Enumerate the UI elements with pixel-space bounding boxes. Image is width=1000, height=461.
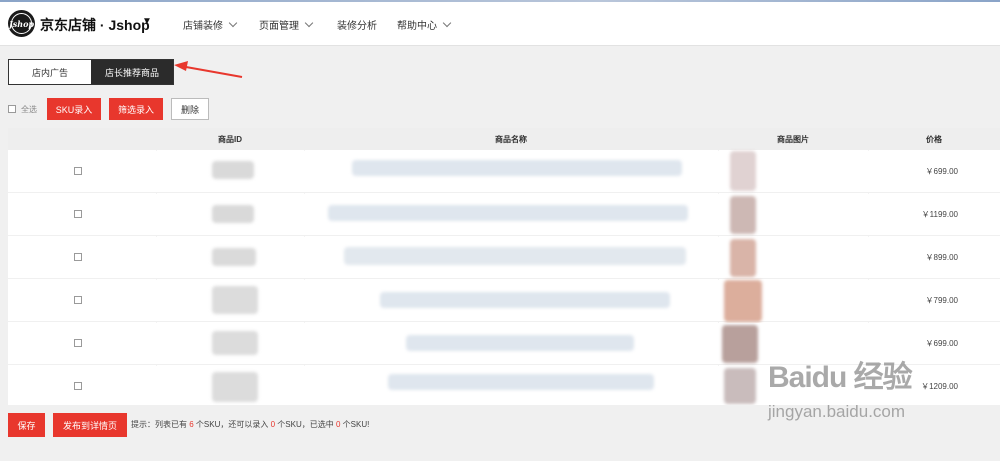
row-checkbox[interactable] — [74, 339, 82, 347]
delete-button[interactable]: 删除 — [171, 98, 209, 120]
tab-store-ads[interactable]: 店内广告 — [9, 60, 91, 84]
watermark-url-text: jingyan.baidu.com — [768, 402, 906, 421]
hint-mid-text: 个SKU，还可以录入 — [195, 420, 269, 429]
hint-selected-count: 0 — [335, 420, 341, 429]
nav-help-center[interactable]: 帮助中心 — [397, 17, 452, 32]
product-id-blurred — [212, 205, 254, 223]
product-image-blurred — [724, 368, 756, 404]
product-name-blurred — [380, 292, 670, 308]
hint-mid-text: 个SKU，已选中 — [277, 420, 334, 429]
table-row[interactable]: ￥799.00 — [8, 280, 1000, 322]
nav-label: 装修分析 — [337, 21, 377, 32]
brand-title[interactable]: 京东店铺 · Jshop — [40, 15, 150, 35]
row-checkbox[interactable] — [74, 253, 82, 261]
column-header-product-image: 商品图片 — [777, 135, 809, 144]
chevron-down-icon — [442, 18, 452, 28]
product-price: ￥899.00 — [925, 253, 958, 262]
product-price: ￥799.00 — [925, 296, 958, 305]
product-image-blurred — [730, 196, 756, 234]
table-header: 商品ID 商品名称 商品图片 价格 — [8, 128, 1000, 150]
hint-suffix: 个SKU! — [342, 420, 370, 429]
table-row[interactable]: ￥699.00 — [8, 151, 1000, 193]
filter-entry-button[interactable]: 筛选录入 — [109, 98, 163, 120]
action-toolbar: 全选 SKU录入 筛选录入 删除 — [8, 97, 209, 121]
nav-label: 帮助中心 — [397, 21, 437, 32]
hint-prefix: 提示：列表已有 — [131, 420, 187, 429]
product-price: ￥1209.00 — [921, 382, 958, 391]
hint-remaining-count: 0 — [270, 420, 276, 429]
product-price: ￥699.00 — [925, 339, 958, 348]
top-navigation-bar: Jshop 京东店铺 · Jshop ▼ 店铺装修 页面管理 装修分析 帮助中心 — [0, 0, 1000, 46]
select-all-label: 全选 — [21, 104, 37, 114]
publish-to-detail-button[interactable]: 发布到详情页 — [53, 413, 127, 437]
product-id-blurred — [212, 248, 256, 266]
product-price: ￥699.00 — [925, 167, 958, 176]
row-checkbox[interactable] — [74, 296, 82, 304]
column-header-price: 价格 — [926, 135, 942, 144]
product-name-blurred — [406, 335, 634, 351]
product-id-blurred — [212, 331, 258, 355]
nav-page-management[interactable]: 页面管理 — [259, 17, 314, 32]
brand-dropdown-icon[interactable]: ▼ — [142, 16, 152, 27]
nav-label: 页面管理 — [259, 21, 299, 32]
product-image-blurred — [730, 151, 756, 191]
baidu-jingyan-watermark: Baidu 经验 jingyan.baidu.com — [768, 352, 913, 422]
select-all-checkbox[interactable] — [8, 105, 16, 113]
product-price: ￥1199.00 — [921, 210, 958, 219]
chevron-down-icon — [304, 18, 314, 28]
nav-decoration-analysis[interactable]: 装修分析 — [337, 17, 377, 32]
product-image-blurred — [724, 280, 762, 322]
column-header-product-name: 商品名称 — [495, 135, 527, 144]
jshop-logo[interactable]: Jshop — [8, 10, 35, 37]
tab-recommended-products[interactable]: 店长推荐商品 — [91, 60, 173, 84]
product-name-blurred — [352, 160, 682, 176]
product-id-blurred — [212, 286, 258, 314]
product-image-blurred — [722, 325, 758, 363]
watermark-main-text: Baidu 经验 — [768, 361, 913, 394]
sku-entry-button[interactable]: SKU录入 — [47, 98, 101, 120]
row-checkbox[interactable] — [74, 210, 82, 218]
hint-sku-count: 6 — [189, 420, 194, 429]
row-checkbox[interactable] — [74, 167, 82, 175]
annotation-arrow-icon — [174, 61, 243, 78]
table-row[interactable]: ￥1199.00 — [8, 194, 1000, 236]
product-image-blurred — [730, 239, 756, 277]
row-checkbox[interactable] — [74, 382, 82, 390]
column-header-product-id: 商品ID — [218, 135, 242, 144]
chevron-down-icon — [228, 18, 238, 28]
sku-hint-text: 提示：列表已有 6 个SKU，还可以录入 0 个SKU，已选中 0 个SKU! — [131, 419, 369, 430]
module-tabs: 店内广告 店长推荐商品 — [8, 59, 174, 85]
logo-mark: Jshop — [9, 13, 34, 34]
nav-shop-decoration[interactable]: 店铺装修 — [183, 17, 238, 32]
product-name-blurred — [344, 247, 686, 265]
product-id-blurred — [212, 161, 254, 179]
product-id-blurred — [212, 372, 258, 402]
product-name-blurred — [388, 374, 654, 390]
save-button[interactable]: 保存 — [8, 413, 45, 437]
product-name-blurred — [328, 205, 688, 221]
nav-label: 店铺装修 — [183, 21, 223, 32]
table-row[interactable]: ￥899.00 — [8, 237, 1000, 279]
